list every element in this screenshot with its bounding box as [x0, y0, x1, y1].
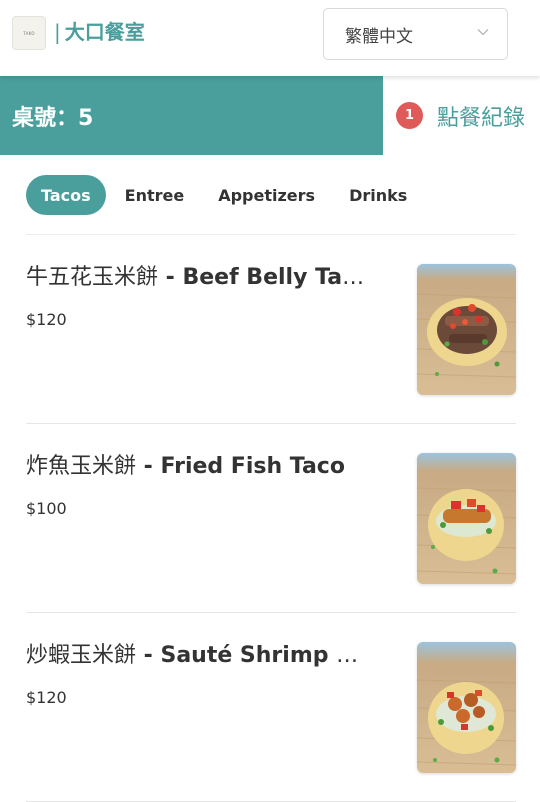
menu-item-name: 炸魚玉米餅 - Fried Fish Taco	[26, 452, 366, 482]
category-tabs: Tacos Entree Appetizers Drinks	[26, 175, 426, 215]
tab-appetizers[interactable]: Appetizers	[203, 175, 330, 215]
menu-item-name-separator: -	[158, 265, 183, 290]
menu-item-name: 牛五花玉米餅 - Beef Belly Taco	[26, 263, 366, 293]
menu-item-name-separator: -	[136, 643, 161, 668]
saute-shrimp-taco-photo[interactable]	[417, 642, 516, 773]
order-history-link[interactable]: 1 點餐紀錄	[383, 76, 540, 155]
menu-item-name-zh: 牛五花玉米餅	[26, 265, 159, 290]
tab-drinks[interactable]: Drinks	[334, 175, 422, 215]
fried-fish-taco-photo[interactable]	[417, 453, 516, 584]
beef-belly-taco-photo[interactable]	[417, 264, 516, 395]
tab-entree[interactable]: Entree	[110, 175, 200, 215]
menu-item-price: $120	[26, 310, 67, 329]
restaurant-logo[interactable]: TAKO	[12, 16, 46, 50]
menu-item-name-en: Fried Fish Taco	[160, 454, 345, 479]
order-count-badge: 1	[396, 102, 423, 129]
table-number-label: 桌號：5	[12, 105, 94, 131]
language-select[interactable]: 繁體中文	[323, 8, 508, 60]
menu-item-name-separator: -	[136, 454, 161, 479]
menu-item-name-en: Sauté Shrimp Taco	[160, 643, 366, 668]
menu-item-name-zh: 炒蝦玉米餅	[26, 643, 137, 668]
top-bar: TAKO | 大口餐室 繁體中文	[0, 0, 540, 76]
menu-item-price: $100	[26, 499, 67, 518]
order-history-label: 點餐紀錄	[437, 105, 526, 131]
brand-separator: |	[54, 20, 61, 44]
menu-item-name-en: Beef Belly Taco	[182, 265, 366, 290]
restaurant-name: | 大口餐室	[54, 19, 145, 45]
menu-item-name: 炒蝦玉米餅 - Sauté Shrimp Taco	[26, 641, 366, 671]
chevron-down-icon	[477, 29, 489, 36]
logo-text: TAKO	[23, 30, 35, 36]
menu-item[interactable]: 炒蝦玉米餅 - Sauté Shrimp Taco $120	[26, 613, 516, 802]
table-number-bar: 桌號：5	[0, 76, 383, 155]
tab-tacos[interactable]: Tacos	[26, 175, 106, 215]
menu-item[interactable]: 牛五花玉米餅 - Beef Belly Taco $120	[26, 235, 516, 424]
menu-item-price: $120	[26, 688, 67, 707]
brand-name: 大口餐室	[64, 20, 145, 44]
language-select-value: 繁體中文	[345, 26, 413, 47]
menu-item[interactable]: 炸魚玉米餅 - Fried Fish Taco $100	[26, 424, 516, 613]
menu-page: TAKO | 大口餐室 繁體中文 桌號：5 1 點餐紀錄 Tacos Entree…	[0, 0, 540, 802]
menu-item-name-zh: 炸魚玉米餅	[26, 454, 137, 479]
